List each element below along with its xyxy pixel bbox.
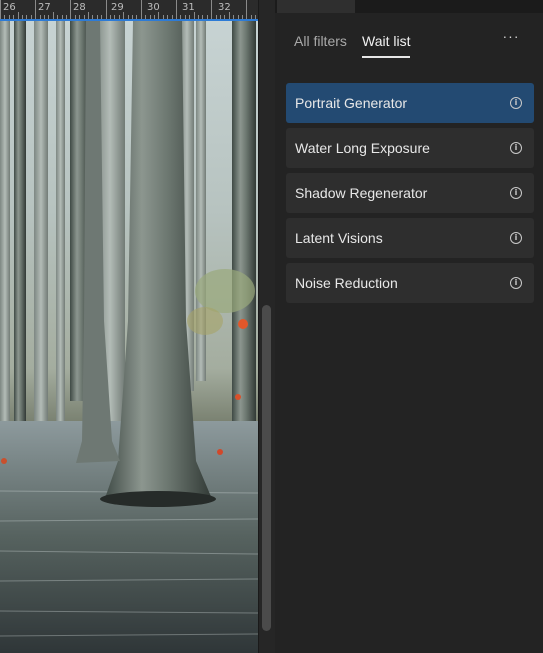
filter-label: Portrait Generator [295,95,408,111]
info-icon[interactable]: i [510,232,522,244]
filter-label: Latent Visions [295,230,383,246]
filter-label: Shadow Regenerator [295,185,428,201]
scrollbar-thumb[interactable] [262,305,271,631]
tab-wait-list[interactable]: Wait list [362,33,411,58]
filter-item-portrait-generator[interactable]: Portrait Generator i [286,83,534,123]
ruler-tick [52,12,54,19]
info-icon[interactable]: i [510,277,522,289]
ruler-tick [105,0,107,19]
image-canvas[interactable] [0,21,258,653]
ruler-number: 26 [3,2,16,13]
ruler-tick [211,0,213,19]
ruler-tick [70,0,72,19]
neural-filters-panel: All filters Wait list ··· Portrait Gener… [275,0,543,653]
panel-tab-stub[interactable] [277,0,355,13]
ruler-tick [193,12,195,19]
filter-item-noise-reduction[interactable]: Noise Reduction i [286,263,534,303]
ruler-tick [17,12,19,19]
horizontal-ruler: 26 27 28 29 30 31 32 [0,0,258,20]
filter-item-latent-visions[interactable]: Latent Visions i [286,218,534,258]
ruler-tick [35,0,37,19]
info-icon[interactable]: i [510,97,522,109]
ruler-tick [158,12,160,19]
ruler-number: 29 [111,2,124,13]
more-options-button[interactable]: ··· [501,28,521,46]
ruler-tick [176,0,177,19]
tab-label: Wait list [362,33,411,49]
ruler-tick [246,0,248,19]
active-tab-underline [362,56,411,58]
filter-label: Water Long Exposure [295,140,430,156]
info-icon[interactable]: i [510,187,522,199]
ruler-number: 27 [38,2,51,13]
ruler-tick [88,12,89,19]
ruler-number: 28 [73,2,86,13]
ruler-tick [140,0,142,19]
filter-item-shadow-regenerator[interactable]: Shadow Regenerator i [286,173,534,213]
info-icon[interactable]: i [510,142,522,154]
filter-item-water-long-exposure[interactable]: Water Long Exposure i [286,128,534,168]
swamp-photo [0,21,258,653]
panel-header-strip [275,0,543,13]
filter-label: Noise Reduction [295,275,398,291]
ruler-tick [0,0,1,19]
tab-label: All filters [294,33,347,49]
canvas-vertical-scrollbar[interactable] [258,0,275,653]
ruler-tick [123,12,125,19]
ruler-tick [228,12,230,19]
tab-all-filters[interactable]: All filters [294,33,347,49]
